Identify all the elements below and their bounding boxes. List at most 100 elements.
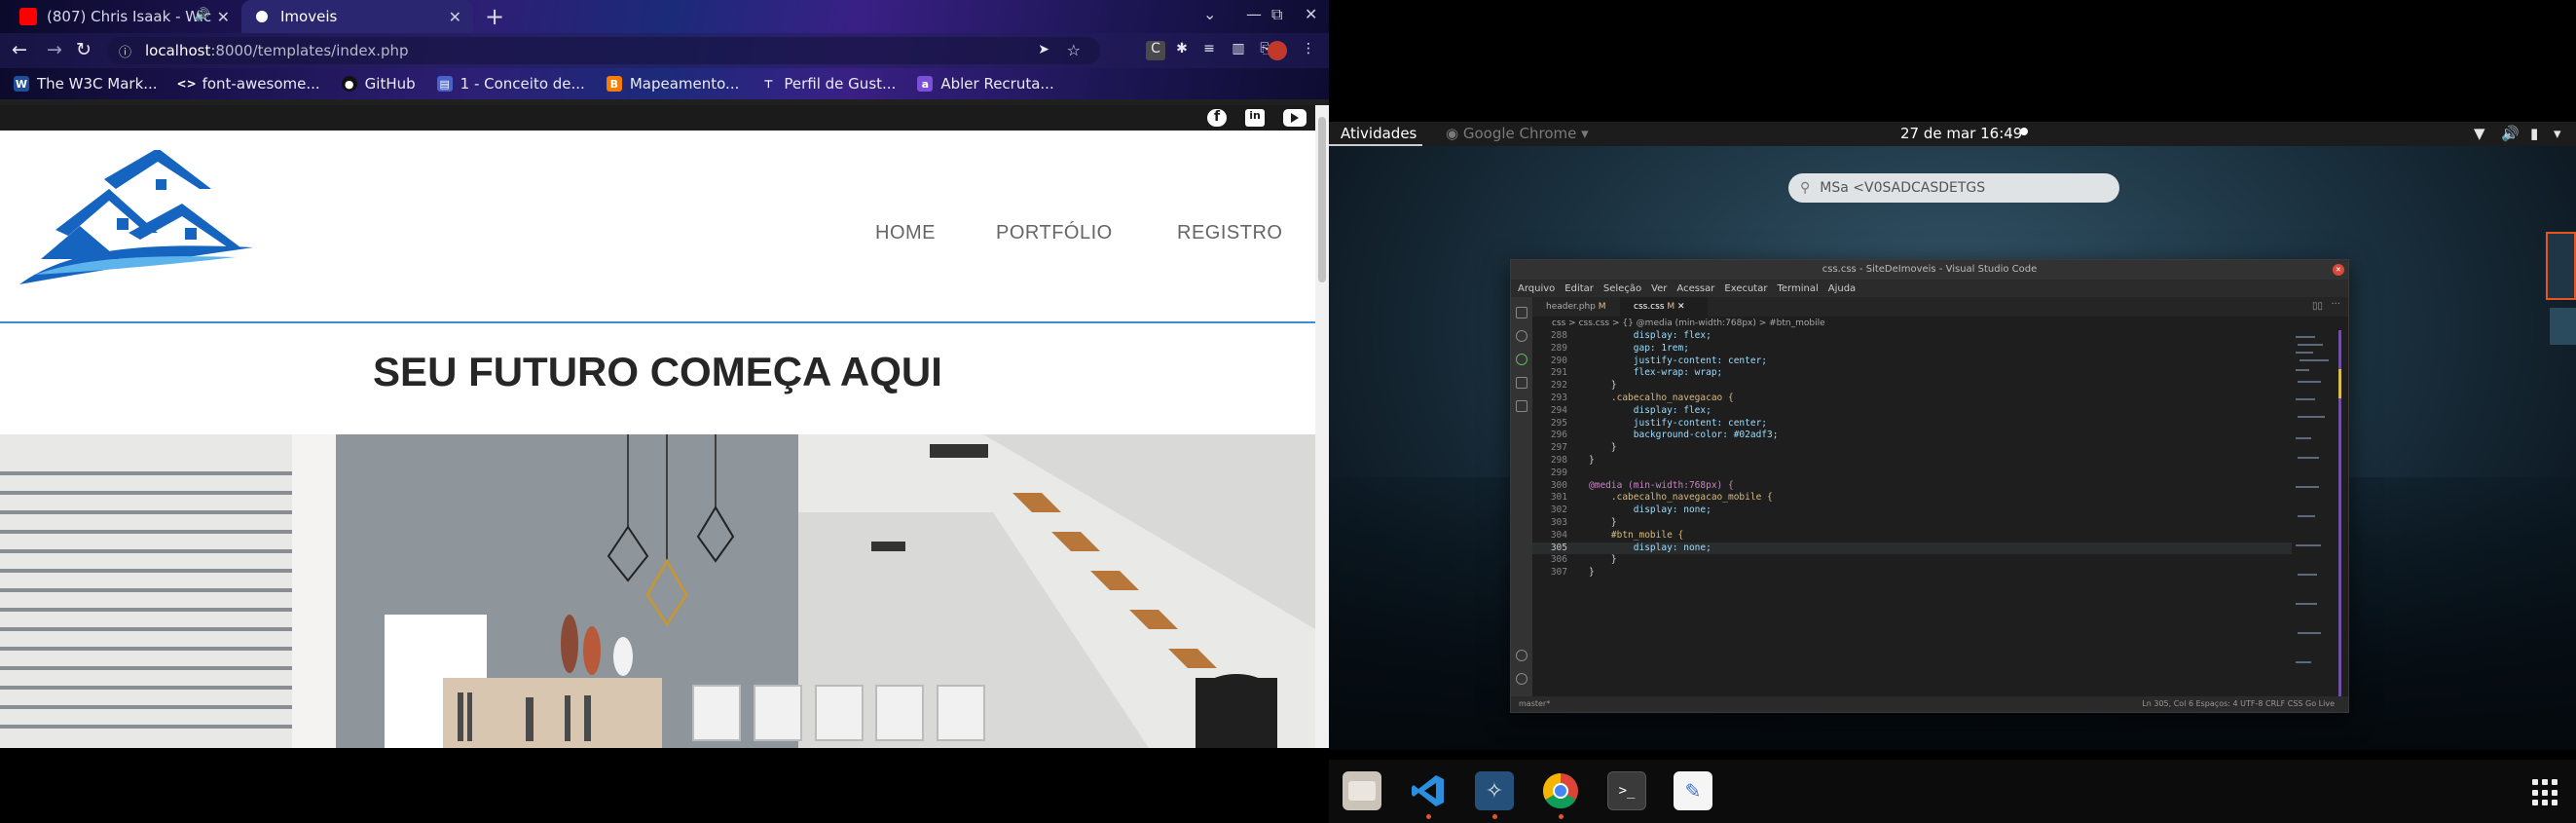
volume-icon[interactable]: 🔊 xyxy=(2501,125,2520,142)
minimize-icon[interactable]: — xyxy=(1246,5,1262,23)
tab-search-icon[interactable]: ⌄ xyxy=(1203,5,1216,23)
activities-button[interactable]: Atividades xyxy=(1341,125,1417,142)
playlist-icon[interactable]: ≡ xyxy=(1199,41,1219,60)
bookmark-item[interactable]: ⊤ Perfil de Gust... xyxy=(760,75,896,93)
close-icon[interactable]: ✕ xyxy=(1677,302,1685,312)
bookmark-item[interactable]: B Mapeamento... xyxy=(606,75,740,93)
code-text: justify-content: center; xyxy=(1589,355,1768,366)
nav-portfolio[interactable]: PORTFÓLIO xyxy=(996,222,1113,244)
search-icon: ⚲ xyxy=(1800,180,1811,196)
new-tab-button[interactable]: + xyxy=(485,3,504,30)
account-icon[interactable] xyxy=(1516,650,1527,661)
menu-acessar[interactable]: Acessar xyxy=(1676,283,1714,294)
run-debug-icon[interactable] xyxy=(1516,377,1527,389)
bookmark-label: Mapeamento... xyxy=(629,75,740,93)
side-panel-icon[interactable]: ▥ xyxy=(1229,41,1248,60)
reload-icon[interactable]: ↻ xyxy=(76,39,92,60)
menu-selecao[interactable]: Seleção xyxy=(1603,283,1641,294)
address-bar[interactable]: ⓘ localhost:8000/templates/index.php ➤ ☆ xyxy=(107,37,1100,64)
menu-ajuda[interactable]: Ajuda xyxy=(1828,283,1856,294)
search-input[interactable]: ⚲ MSa <V0SADCASDETGS xyxy=(1788,173,2119,203)
app-menu[interactable]: ◉ Google Chrome ▾ xyxy=(1446,125,1589,142)
facebook-icon[interactable]: f xyxy=(1207,109,1227,127)
more-actions-icon[interactable]: ··· xyxy=(2331,299,2340,310)
menu-arquivo[interactable]: Arquivo xyxy=(1518,283,1555,294)
extension-c-icon[interactable]: C xyxy=(1146,41,1165,60)
menu-ver[interactable]: Ver xyxy=(1651,283,1667,294)
back-icon[interactable]: ← xyxy=(12,39,27,60)
send-icon[interactable]: ➤ xyxy=(1038,42,1049,57)
close-tab-icon[interactable]: ✕ xyxy=(217,8,230,26)
code-text: flex-wrap: wrap; xyxy=(1589,367,1723,379)
text-editor-icon[interactable]: ✎ xyxy=(1674,771,1712,810)
chrome-icon[interactable] xyxy=(1541,771,1580,810)
vscode-window[interactable]: css.css - SiteDeImoveis - Visual Studio … xyxy=(1510,259,2349,713)
minimap[interactable] xyxy=(2292,330,2346,696)
bookmark-item[interactable]: ● GitHub xyxy=(341,75,416,93)
tab-header-php[interactable]: header.php M xyxy=(1532,297,1620,317)
linkedin-icon[interactable]: in xyxy=(1245,109,1265,127)
nav-home[interactable]: HOME xyxy=(875,222,936,244)
status-info[interactable]: Ln 305, Col 6 Espaços: 4 UTF-8 CRLF CSS … xyxy=(2142,696,2335,712)
wifi-icon[interactable]: ▼ xyxy=(2474,125,2485,142)
tab-strip: (807) Chris Isaak - Wic 🔊 ✕ Imoveis ✕ + … xyxy=(0,0,1329,33)
pin-icon: ⊤ xyxy=(763,77,774,91)
web-page: f in HOME PORTFÓLIO REGISTRO SEU FUTURO … xyxy=(0,105,1315,748)
split-editor-icon[interactable]: ▯▯ xyxy=(2312,301,2323,312)
social-topbar: f in xyxy=(0,105,1315,131)
close-window-icon[interactable]: ✕ xyxy=(1305,5,1317,23)
code-text: justify-content: center; xyxy=(1589,417,1768,429)
menu-executar[interactable]: Executar xyxy=(1724,283,1767,294)
tab-youtube[interactable]: (807) Chris Isaak - Wic 🔊 ✕ xyxy=(8,0,241,33)
tab-imoveis[interactable]: Imoveis ✕ xyxy=(241,0,473,33)
system-menu-icon[interactable]: ▾ xyxy=(2554,125,2561,142)
menu-terminal[interactable]: Terminal xyxy=(1777,283,1818,294)
code-line: 290 justify-content: center; xyxy=(1532,355,2292,368)
speaker-icon[interactable]: 🔊 xyxy=(195,8,210,22)
explorer-icon[interactable] xyxy=(1516,307,1527,318)
forward-icon[interactable]: → xyxy=(47,39,62,60)
code-line: 297 } xyxy=(1532,442,2292,455)
bookmark-item[interactable]: <> font-awesome... xyxy=(176,75,320,93)
terminal-icon[interactable]: >_ xyxy=(1607,771,1646,810)
git-branch[interactable]: master* xyxy=(1519,696,1550,712)
bookmark-item[interactable]: ▤ 1 - Conceito de... xyxy=(436,75,585,93)
breadcrumb[interactable]: css > css.css > {} @media (min-width:768… xyxy=(1532,317,2348,330)
close-tab-icon[interactable]: ✕ xyxy=(449,8,461,26)
page-scrollbar[interactable] xyxy=(1315,105,1329,748)
youtube-icon[interactable] xyxy=(1283,109,1306,127)
workspace-thumb[interactable] xyxy=(2550,308,2576,345)
nav-register[interactable]: REGISTRO xyxy=(1177,222,1282,244)
menu-editar[interactable]: Editar xyxy=(1564,283,1594,294)
mysql-workbench-icon[interactable]: ✧ xyxy=(1475,771,1514,810)
restore-icon[interactable]: ⧉ xyxy=(1271,5,1282,24)
tab-css-css[interactable]: css.css M ✕ xyxy=(1620,297,1708,317)
bookmark-item[interactable]: W The W3C Mark... xyxy=(14,75,158,93)
extensions-icon[interactable] xyxy=(1516,400,1527,412)
files-icon[interactable] xyxy=(1343,771,1381,810)
search-icon[interactable] xyxy=(1516,330,1527,342)
code-editor[interactable]: 288 display: flex; 289 gap: 1rem; 290 ju… xyxy=(1532,330,2292,696)
code-icon: <> xyxy=(176,77,197,91)
house-logo-icon[interactable] xyxy=(12,150,255,286)
more-menu-icon[interactable]: ⋮ xyxy=(1299,41,1318,60)
running-indicator xyxy=(1426,814,1431,819)
site-info-icon[interactable]: ⓘ xyxy=(119,42,131,60)
battery-icon[interactable]: ▮ xyxy=(2530,125,2538,142)
extensions-icon[interactable]: ✱ xyxy=(1172,41,1192,60)
settings-gear-icon[interactable] xyxy=(1516,673,1527,685)
modified-badge: M xyxy=(1667,302,1675,312)
hero-image xyxy=(0,434,1315,748)
show-applications-icon[interactable] xyxy=(2532,779,2559,806)
workspace-thumb-active[interactable] xyxy=(2546,232,2576,300)
source-control-icon[interactable] xyxy=(1516,354,1527,365)
profile-avatar[interactable] xyxy=(1268,41,1287,60)
close-icon[interactable]: ✕ xyxy=(2333,264,2344,276)
star-icon[interactable]: ☆ xyxy=(1067,41,1081,59)
clock[interactable]: 27 de mar 16:49 xyxy=(1900,125,2022,142)
bookmark-item[interactable]: a Abler Recruta... xyxy=(917,75,1054,93)
scrollbar-thumb[interactable] xyxy=(1318,117,1326,282)
workspace-thumbnails[interactable] xyxy=(2546,232,2576,349)
prompt-glyph: >_ xyxy=(1618,783,1636,799)
vscode-icon[interactable] xyxy=(1409,771,1448,810)
